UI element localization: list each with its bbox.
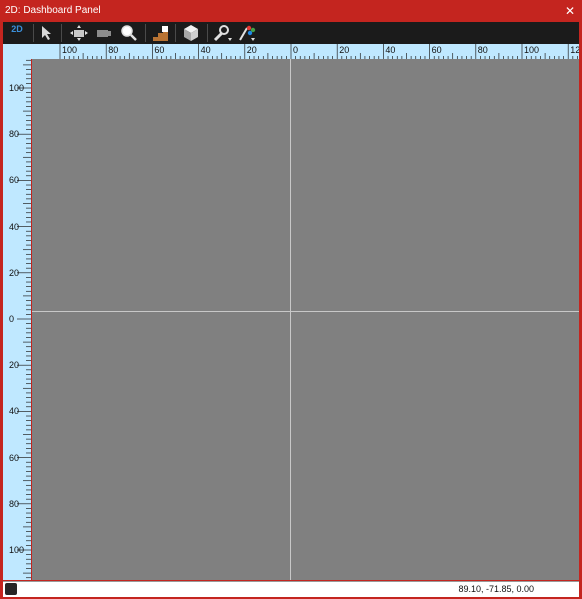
ruler-label: 80: [108, 45, 119, 55]
drawing-canvas[interactable]: [32, 59, 579, 580]
ruler-label: 80: [9, 498, 20, 509]
mode-2d-label: 2D: [11, 24, 23, 34]
close-icon[interactable]: ✕: [564, 2, 576, 20]
ruler-label: 60: [9, 452, 20, 463]
ruler-label: 100: [9, 545, 25, 555]
ruler-label: 80: [9, 129, 20, 140]
ruler-label: 20: [339, 45, 350, 55]
ruler-label: 20: [246, 45, 257, 55]
move-camera-icon[interactable]: [93, 23, 113, 43]
ruler-label: 100: [524, 45, 540, 55]
ruler-corner: [3, 44, 31, 59]
ruler-label: 100: [9, 83, 25, 93]
ruler-label: 40: [9, 406, 20, 417]
status-bar: 89.10, -71.85, 0.00: [3, 581, 579, 597]
select-arrow-icon[interactable]: [37, 23, 57, 43]
ruler-label: 60: [431, 45, 442, 55]
toolbar-separator: [33, 24, 34, 42]
pan-camera-icon[interactable]: [69, 23, 89, 43]
ruler-label: 0: [9, 314, 15, 324]
ruler-label: 20: [9, 360, 20, 371]
ruler-label: 40: [385, 45, 396, 55]
ruler-label: 12: [570, 45, 579, 55]
ruler-label: 60: [154, 45, 165, 55]
toolbar: 2D: [3, 22, 579, 45]
window-title: 2D: Dashboard Panel: [5, 5, 101, 16]
dashboard-panel-window: 2D: Dashboard Panel ✕ 2D 100 80 60 40 20…: [0, 0, 582, 599]
status-indicator-icon[interactable]: [5, 583, 17, 595]
ruler-label: 60: [9, 175, 20, 186]
cursor-coordinates: 89.10, -71.85, 0.00: [458, 584, 534, 594]
wrench-dropdown-icon[interactable]: [213, 23, 233, 43]
ruler-label: 100: [62, 45, 78, 55]
stairs-icon[interactable]: [151, 23, 171, 43]
ruler-label: 40: [9, 221, 20, 232]
cube-icon[interactable]: [181, 23, 201, 43]
ruler-label: 80: [477, 45, 488, 55]
toolbar-separator: [175, 24, 176, 42]
horizontal-ruler[interactable]: 100 80 60 40 20 0 20 40 60 80 100 12: [3, 44, 579, 59]
mode-2d-button[interactable]: 2D: [5, 24, 29, 42]
zoom-magnifier-icon[interactable]: [119, 23, 139, 43]
y-axis-line: [290, 59, 291, 580]
title-bar[interactable]: 2D: Dashboard Panel ✕: [0, 0, 582, 22]
ruler-label: 0: [293, 45, 299, 55]
toolbar-separator: [207, 24, 208, 42]
x-axis-line: [32, 311, 579, 312]
ruler-label: 20: [9, 267, 20, 278]
paint-brush-dropdown-icon[interactable]: [237, 23, 257, 43]
ruler-label: 40: [200, 45, 211, 55]
toolbar-separator: [61, 24, 62, 42]
vertical-ruler[interactable]: 100 80 60 40 20 0 20 40 60 80 100: [3, 44, 31, 580]
toolbar-separator: [145, 24, 146, 42]
